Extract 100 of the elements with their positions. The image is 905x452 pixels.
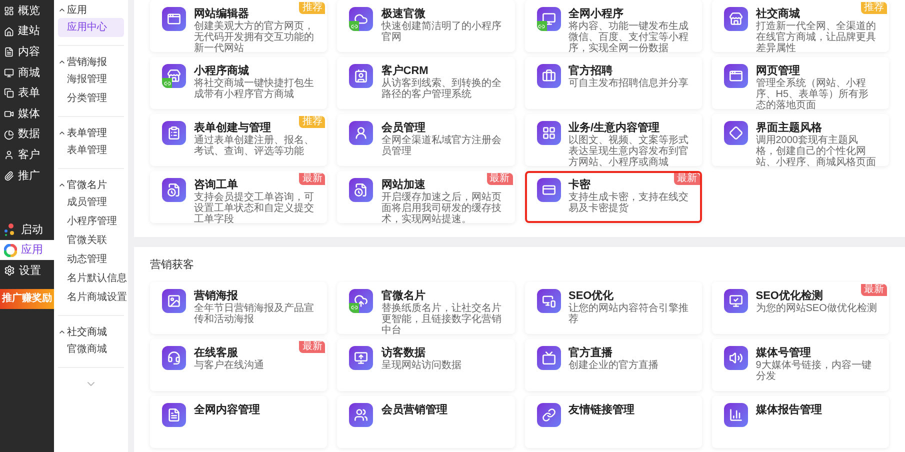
rail-item[interactable]: 表单 (0, 83, 54, 104)
app-card[interactable]: 媒体报告管理 (712, 396, 889, 448)
app-card[interactable]: 营销海报 全年节日营销海报及产品宣传和活动海报 (150, 282, 328, 334)
card-title: 表单创建与管理 (194, 121, 271, 134)
app-card[interactable]: 官方招聘 可自主发布招聘信息并分享 (524, 57, 702, 109)
chevron-up-icon (58, 328, 66, 336)
rail-item[interactable]: 设置 (0, 260, 54, 281)
app-card[interactable]: 最新 在线客服 与客户在线沟通 (150, 338, 328, 390)
submenu-group-header[interactable]: 应用 (58, 2, 124, 18)
link-app-icon (536, 402, 560, 426)
app-card[interactable]: 推荐 表单创建与管理 通过表单创建注册、报名、考试、查询、评选等功能 (150, 114, 328, 166)
card-title: 全网内容管理 (194, 402, 260, 416)
card-description: 支持生成卡密，支持在线交易及卡密提货 (568, 192, 690, 214)
card-title: 网站加速 (381, 178, 426, 192)
card-title: 咨询工单 (194, 178, 238, 192)
card-title: 媒体报告管理 (756, 402, 822, 416)
submenu-item[interactable]: 应用中心 (58, 18, 124, 37)
card-description: 9大媒体号链接，内容一键分发 (756, 360, 872, 382)
rail-item[interactable]: 应用 (0, 240, 54, 260)
app-card[interactable]: 最新 咨询工单 支持会员提交工单咨询，可设置工单状态和自定义提交工单字段 (150, 171, 328, 223)
card-title: 在线客服 (194, 346, 238, 360)
user-app-icon (349, 121, 374, 145)
submenu-group-header[interactable]: 表单管理 (58, 125, 124, 141)
submenu-item[interactable]: 官微商城 (58, 340, 124, 359)
app-card[interactable]: 全网内容管理 (150, 396, 328, 448)
card-badge: 最新 (299, 173, 326, 185)
submenu-group-header[interactable]: 营销海报 (58, 54, 124, 70)
monitor-check-app-icon (724, 288, 748, 312)
browser-window-app-icon (724, 64, 748, 88)
submenu-item[interactable]: 名片商城设置 (58, 288, 124, 307)
card-title: 营销海报 (194, 288, 238, 302)
submenu-item[interactable]: 海报管理 (58, 70, 124, 89)
chevron-up-icon (58, 129, 66, 137)
app-card[interactable]: 最新 SEO优化检测 为您的网站SEO做优化检测 (712, 282, 889, 334)
rail-item[interactable]: 内容 (0, 42, 54, 62)
app-card[interactable]: 官方直播 创建企业的官方直播 (524, 338, 702, 390)
card-description: 打造新一代全网、全渠道的在线官方商城，让品牌更具差异属性 (756, 21, 877, 54)
card-description: 创建美观大方的官方网页，无代码开发拥有交互功能的新一代网站 (194, 21, 315, 54)
submenu-item[interactable]: 动态管理 (58, 250, 124, 269)
contact-card-app-icon (349, 64, 374, 88)
card-title: 网页管理 (756, 64, 800, 78)
card-description: 替换纸质名片，让社交名片更智能，且链接数字化营销中台 (381, 302, 502, 336)
paperclip-icon (4, 170, 14, 181)
card-title: 极速官微 (381, 7, 426, 20)
card-title: 界面主题风格 (756, 121, 822, 135)
card-badge: 推荐 (299, 2, 326, 14)
app-card[interactable]: 媒体号管理 9大媒体号链接，内容一键分发 (712, 338, 889, 390)
rail-item[interactable]: 客户 (0, 145, 54, 166)
app-card[interactable]: 全网小程序 将内容、功能一键发布生成微信、百度、支付宝等小程序，实现全网一份数据 (524, 0, 702, 52)
app-card[interactable]: 最新 卡密 支持生成卡密，支持在线交易及卡密提货 (524, 171, 702, 223)
submenu-item[interactable]: 成员管理 (58, 193, 124, 212)
submenu-item[interactable]: 表单管理 (58, 141, 124, 160)
app-card[interactable]: SEO优化 让您的网站内容符合引擎推荐 (524, 282, 702, 334)
headset-app-icon (162, 346, 186, 370)
app-card[interactable]: 网页管理 管理全系统（网站、小程序、H5、表单等）所有形态的落地页面 (712, 57, 889, 109)
submenu-item[interactable]: 官微关联 (58, 231, 124, 250)
document-app-icon (162, 402, 186, 426)
card-title: SEO优化 (568, 288, 614, 302)
credit-card-app-icon (536, 178, 560, 202)
rail-item[interactable]: 概览 (0, 1, 54, 21)
app-card[interactable]: 友情链接管理 (524, 396, 702, 448)
card-description: 快速创建简洁明了的小程序官网 (381, 21, 502, 43)
card-description: 调用2000套现有主题风格，创建自己的个性化网站、小程序、商城风格页面 (756, 135, 877, 168)
app-card[interactable]: 小程序商城 将社交商城一键快捷打包生成带有小程序官方商城 (150, 57, 328, 109)
card-title: 会员营销管理 (381, 402, 448, 416)
app-card[interactable]: 访客数据 呈现网站访问数据 (337, 338, 514, 390)
app-card[interactable]: 界面主题风格 调用2000套现有主题风格，创建自己的个性化网站、小程序、商城风格页面 (712, 114, 889, 166)
app-card[interactable]: 会员管理 全网全渠道私域官方注册会员管理 (337, 114, 514, 166)
app-card[interactable]: 最新 网站加速 开启缓存加速之后，网站页面将启用我司研发的缓存技术，实现网站提速。 (337, 171, 514, 223)
app-card[interactable]: 客户CRM 从访客到线索、到转换的全路径的客户管理系统 (337, 57, 514, 109)
rail-item[interactable]: 建站 (0, 22, 54, 42)
grid-app-icon (536, 121, 560, 145)
submenu-group-header[interactable]: 社交商城 (58, 324, 124, 340)
store-app-icon (724, 7, 748, 31)
video-icon (4, 108, 14, 119)
rail-item[interactable]: 启动 (0, 220, 54, 240)
app-card[interactable]: 推荐 网站编辑器 创建美观大方的官方网页，无代码开发拥有交互功能的新一代网站 (150, 0, 328, 52)
card-title: 访客数据 (381, 346, 426, 360)
card-title: 官方直播 (568, 346, 612, 360)
rail-item[interactable]: 数据 (0, 124, 54, 145)
rail-item[interactable]: 媒体 (0, 104, 54, 124)
submenu-item[interactable]: 分类管理 (58, 89, 124, 108)
app-card[interactable]: 业务/生意内容管理 以图文、视频、文案等形式表达呈现生意内容发布到官方网站、小程序或商城 (524, 114, 702, 166)
card-description: 将社交商城一键快捷打包生成带有小程序官方商城 (194, 78, 315, 100)
app-card[interactable]: 官微名片 替换纸质名片，让社交名片更智能，且链接数字化营销中台 (337, 282, 514, 334)
card-description: 以图文、视频、文案等形式表达呈现生意内容发布到官方网站、小程序或商城 (568, 135, 690, 168)
rail-item[interactable]: 推广 (0, 166, 54, 186)
card-title: SEO优化检测 (756, 288, 823, 302)
submenu-group-header[interactable]: 官微名片 (58, 177, 124, 193)
app-card[interactable]: 会员营销管理 (337, 396, 514, 448)
card-description: 开启缓存加速之后，网站页面将启用我司研发的缓存技术，实现网站提速。 (381, 192, 502, 225)
submenu-item[interactable]: 小程序管理 (58, 212, 124, 231)
rail-item[interactable]: 商城 (0, 62, 54, 83)
card-description: 从访客到线索、到转换的全路径的客户管理系统 (381, 78, 502, 100)
app-card[interactable]: 推荐 社交商城 打造新一代全网、全渠道的在线官方商城，让品牌更具差异属性 (712, 0, 889, 52)
card-description: 支持会员提交工单咨询，可设置工单状态和自定义提交工单字段 (194, 192, 315, 225)
card-title: 社交商城 (756, 7, 800, 20)
app-card[interactable]: 极速官微 快速创建简洁明了的小程序官网 (337, 0, 514, 52)
submenu-item[interactable]: 名片默认信息 (58, 269, 124, 288)
document-icon (4, 47, 14, 58)
